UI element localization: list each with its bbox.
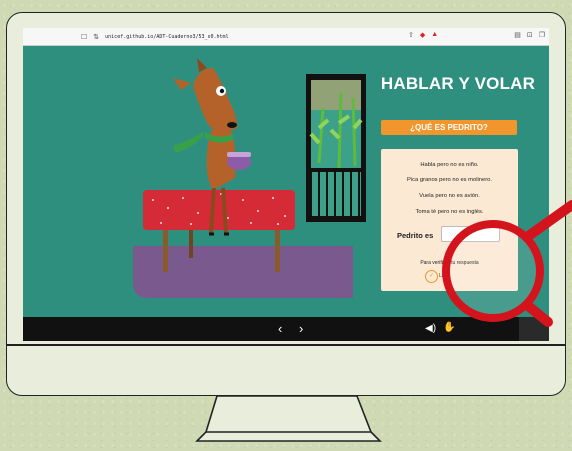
- next-page-button[interactable]: ›: [299, 321, 303, 336]
- page-title: HABLAR Y VOLAR: [380, 74, 536, 93]
- answer-label: Pedrito es: [397, 231, 434, 240]
- riddle-line: Vuela pero no es avión.: [419, 193, 480, 199]
- sign-language-icon[interactable]: ✋: [443, 322, 455, 333]
- screen: ☐ ⇅ unicef.github.io/ADT-Cuaderno3/53_s0…: [23, 28, 549, 341]
- answer-input[interactable]: [441, 226, 500, 242]
- table-cloth: [143, 190, 295, 230]
- scarf: [173, 132, 203, 153]
- bottom-nav-bar: ‹ › ◀) ✋: [23, 317, 549, 341]
- riddle-card: Habla pero no es niño. Pica granos pero …: [381, 149, 518, 291]
- table-leg: [163, 230, 168, 272]
- riddle-line: Pica granos pero no es molinero.: [406, 177, 493, 183]
- audio-icon[interactable]: ◀): [425, 323, 436, 334]
- question-button[interactable]: ¿QUÉ ES PEDRITO?: [381, 120, 517, 135]
- riddle-line: Habla pero no es niño.: [420, 162, 479, 168]
- verify-instructions: Para verificar tu respuesta: [420, 260, 479, 266]
- character-head: [193, 68, 238, 131]
- check-answer-button[interactable]: ✓: [425, 270, 438, 283]
- previous-page-button[interactable]: ‹: [278, 321, 282, 336]
- check-answer-label: Listo: [439, 273, 450, 279]
- riddle-line: Toma té pero no es inglés.: [415, 209, 484, 215]
- monitor-chin-divider: [6, 344, 566, 346]
- nav-corner: [519, 317, 549, 341]
